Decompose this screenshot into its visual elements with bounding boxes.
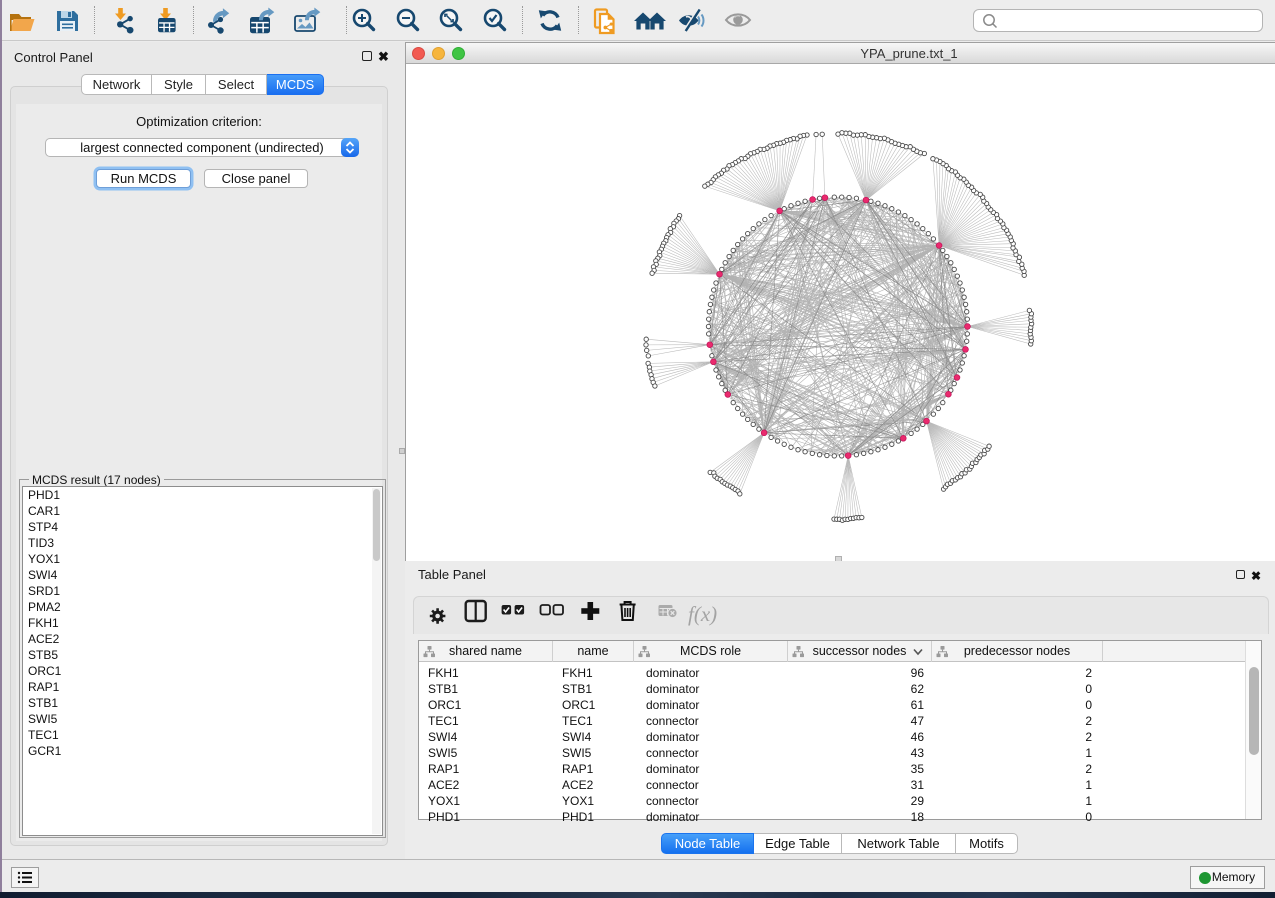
- svg-text:f(x): f(x): [688, 602, 717, 626]
